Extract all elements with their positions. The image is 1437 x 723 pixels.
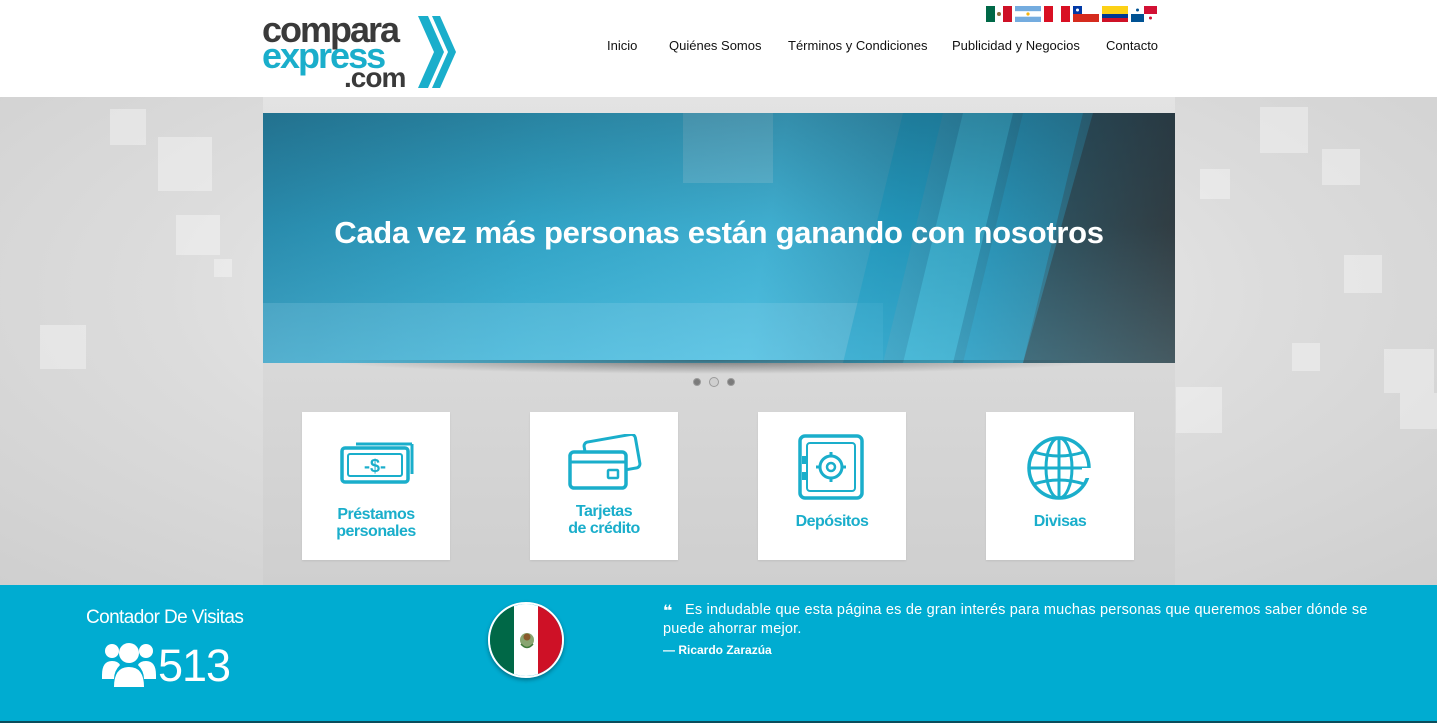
service-label-line1: Tarjetas — [575, 503, 633, 520]
bg-square — [176, 215, 220, 255]
nav-terminos[interactable]: Términos y Condiciones — [788, 38, 927, 53]
service-label-line2: personales — [336, 523, 416, 540]
bg-square — [1400, 393, 1437, 429]
nav-quienes-somos[interactable]: Quiénes Somos — [669, 38, 762, 53]
safe-icon — [798, 434, 864, 500]
service-label-line1: Depósitos — [795, 513, 869, 530]
slider-shadow — [320, 360, 1110, 374]
hero-slider[interactable]: Cada vez más personas están ganando con … — [263, 113, 1175, 363]
logo-chevrons-icon — [418, 16, 456, 88]
bg-square — [40, 325, 86, 369]
bg-square — [158, 137, 212, 191]
slider-dot-1[interactable] — [693, 378, 701, 386]
slider-pagination — [693, 377, 735, 387]
panama-flag-icon[interactable] — [1131, 6, 1157, 22]
service-card-depositos[interactable]: Depósitos — [758, 412, 906, 560]
slider-dot-3[interactable] — [727, 378, 735, 386]
service-label-line1: Préstamos — [337, 506, 415, 523]
site-logo[interactable]: compara express .com — [262, 12, 462, 92]
service-card-prestamos[interactable]: -$- Préstamos personales — [302, 412, 450, 560]
logo-text-com: .com — [344, 62, 406, 93]
bg-square — [1176, 387, 1222, 433]
argentina-flag-icon[interactable] — [1015, 6, 1041, 22]
visit-counter-title: Contador De Visitas — [86, 607, 244, 628]
bg-square — [110, 109, 146, 145]
site-header: compara express .com Inicio Quiénes Somo… — [0, 0, 1437, 97]
visit-counter-value: 513 — [158, 640, 231, 691]
service-card-tarjetas[interactable]: Tarjetas de crédito — [530, 412, 678, 560]
chile-flag-icon[interactable] — [1073, 6, 1099, 22]
bg-square — [1200, 169, 1230, 199]
bg-square — [1384, 349, 1434, 393]
money-bill-icon: -$- — [340, 442, 414, 484]
slider-headline: Cada vez más personas están ganando con … — [334, 215, 1104, 250]
slider-dot-2[interactable] — [709, 377, 719, 387]
bg-square — [1322, 149, 1360, 185]
mexico-flag-icon — [488, 602, 564, 678]
svg-text:-$-: -$- — [364, 456, 386, 476]
testimonial-author: — Ricardo Zarazúa — [663, 643, 772, 657]
nav-contacto[interactable]: Contacto — [1106, 38, 1158, 53]
main-nav: Inicio Quiénes Somos Términos y Condicio… — [590, 38, 1160, 54]
hero-stage: Cada vez más personas están ganando con … — [0, 97, 1437, 585]
mexico-flag-icon[interactable] — [986, 6, 1012, 22]
nav-publicidad[interactable]: Publicidad y Negocios — [952, 38, 1080, 53]
service-label-line2: de crédito — [568, 520, 640, 537]
credit-cards-icon — [568, 434, 642, 490]
globe-icon — [1027, 436, 1092, 500]
nav-inicio[interactable]: Inicio — [607, 38, 637, 53]
bg-square — [1292, 343, 1320, 371]
service-label-line1: Divisas — [1033, 513, 1087, 530]
users-icon — [102, 643, 156, 687]
footer-band: Contador De Visitas 513 ❝ Es indudable q… — [0, 585, 1437, 723]
bg-square — [1260, 107, 1308, 153]
bg-square — [214, 259, 232, 277]
country-flags — [986, 6, 1157, 22]
service-card-divisas[interactable]: Divisas — [986, 412, 1134, 560]
bg-square — [1344, 255, 1382, 293]
colombia-flag-icon[interactable] — [1102, 6, 1128, 22]
testimonial-text: Es indudable que esta página es de gran … — [663, 602, 1368, 637]
peru-flag-icon[interactable] — [1044, 6, 1070, 22]
